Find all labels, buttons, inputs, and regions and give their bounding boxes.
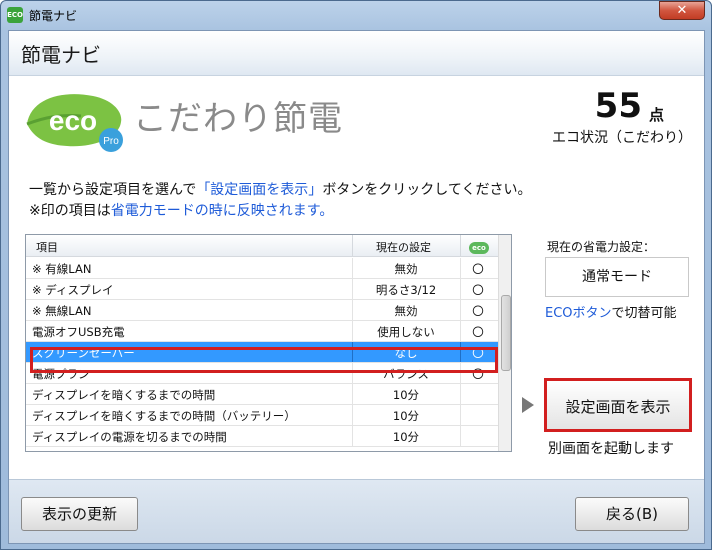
instruction-line-1: 一覧から設定項目を選んで「設定画面を表示」ボタンをクリックしてください。 bbox=[29, 179, 531, 199]
subtitle: こだわり節電 bbox=[133, 99, 343, 139]
row-item: ディスプレイを暗くするまでの時間（バッテリー） bbox=[32, 409, 296, 423]
list-row[interactable]: ディスプレイの電源を切るまでの時間 10分 bbox=[26, 426, 498, 447]
row-item: ディスプレイを暗くするまでの時間 bbox=[32, 388, 216, 402]
launch-note: 別画面を起動します bbox=[548, 441, 674, 457]
window: ECO 節電ナビ ✕ 節電ナビ eco Pro こだわり節電 55 点 エコ状況… bbox=[0, 0, 712, 550]
row-current-setting: 無効 bbox=[394, 262, 418, 276]
list-row[interactable]: 電源オフUSB充電 使用しない 〇 bbox=[26, 321, 498, 342]
list-row[interactable]: ディスプレイを暗くするまでの時間（バッテリー） 10分 bbox=[26, 405, 498, 426]
score-value: 55 bbox=[594, 86, 642, 126]
client-area: 節電ナビ eco Pro こだわり節電 55 点 エコ状況（こだわり） 一覧から… bbox=[8, 30, 705, 544]
current-mode: 通常モード bbox=[545, 257, 689, 297]
eco-pro-logo-icon: eco Pro bbox=[23, 88, 127, 154]
show-settings-button[interactable]: 設定画面を表示 bbox=[544, 378, 692, 432]
row-current-setting: 明るさ3/12 bbox=[375, 283, 437, 297]
row-item: ※ 有線LAN bbox=[32, 262, 92, 276]
eco-button-text: で切替可能 bbox=[611, 306, 677, 321]
logo-pro-text: Pro bbox=[103, 136, 119, 147]
header-current: 現在の設定 bbox=[376, 241, 431, 254]
refresh-button[interactable]: 表示の更新 bbox=[21, 497, 138, 531]
row-eco-mark: 〇 bbox=[472, 304, 484, 318]
power-setting-label: 現在の省電力設定： bbox=[547, 240, 656, 254]
list-row[interactable]: ※ ディスプレイ 明るさ3/12 〇 bbox=[26, 279, 498, 300]
settings-list[interactable]: 項目 現在の設定 eco ※ 有線LAN 無効〇 ※ ディスプレイ 明るさ3/12 〇 ※… bbox=[25, 234, 512, 452]
back-button[interactable]: 戻る(B) bbox=[575, 497, 689, 531]
list-row[interactable]: ※ 無線LAN 無効 〇 bbox=[26, 300, 498, 321]
title-bar: ECO 節電ナビ ✕ bbox=[1, 1, 711, 29]
list-row[interactable]: ディスプレイを暗くするまでの時間 10分 bbox=[26, 384, 498, 405]
selection-highlight bbox=[30, 347, 498, 373]
close-button[interactable]: ✕ bbox=[659, 1, 705, 20]
instruction-link: 省電力モードの時に反映されます。 bbox=[110, 203, 334, 219]
row-eco-mark: 〇 bbox=[472, 262, 484, 276]
instruction-line-2: ※印の項目は省電力モードの時に反映されます。 bbox=[29, 200, 333, 220]
eco-status-label: エコ状況（こだわり） bbox=[552, 130, 692, 146]
arrow-right-icon bbox=[522, 397, 534, 413]
row-item: 電源オフUSB充電 bbox=[32, 325, 125, 339]
row-current-setting: 使用しない bbox=[377, 325, 435, 339]
instruction-text: ボタンをクリックしてください。 bbox=[322, 182, 532, 198]
row-eco-mark: 〇 bbox=[472, 283, 484, 297]
row-current-setting: 10分 bbox=[392, 409, 420, 423]
footer: 表示の更新 戻る(B) bbox=[9, 479, 704, 543]
row-current-setting: 無効 bbox=[394, 304, 418, 318]
row-current-setting: 10分 bbox=[392, 430, 420, 444]
instruction-text: ※印の項目は bbox=[29, 203, 111, 219]
row-eco-mark: 〇 bbox=[472, 325, 484, 339]
header-item: 項目 bbox=[36, 241, 58, 254]
show-settings-label: 設定画面を表示 bbox=[565, 398, 671, 416]
eco-button-link[interactable]: ECOボタン bbox=[545, 306, 612, 321]
instruction-text: 一覧から設定項目を選んで bbox=[29, 182, 197, 198]
eco-app-icon: ECO bbox=[7, 7, 23, 23]
window-title: 節電ナビ bbox=[29, 9, 78, 23]
logo-eco-text: eco bbox=[49, 105, 97, 136]
row-item: ディスプレイの電源を切るまでの時間 bbox=[32, 430, 227, 444]
eco-button-note: ECOボタンで切替可能 bbox=[545, 302, 677, 321]
row-current-setting: 10分 bbox=[392, 388, 420, 402]
header-bar: 節電ナビ bbox=[9, 31, 704, 76]
instruction-link: 「設定画面を表示」 bbox=[196, 182, 323, 198]
page-title: 節電ナビ bbox=[21, 43, 101, 67]
list-scrollbar[interactable] bbox=[498, 235, 511, 451]
row-item: ※ ディスプレイ bbox=[32, 283, 114, 297]
row-item: ※ 無線LAN bbox=[32, 304, 92, 318]
score-unit: 点 bbox=[648, 106, 664, 124]
scroll-thumb[interactable] bbox=[501, 295, 511, 371]
eco-header-icon: eco bbox=[469, 242, 489, 254]
list-header: 項目 現在の設定 eco bbox=[26, 235, 498, 257]
list-row[interactable]: ※ 有線LAN 無効 〇 bbox=[26, 258, 498, 279]
